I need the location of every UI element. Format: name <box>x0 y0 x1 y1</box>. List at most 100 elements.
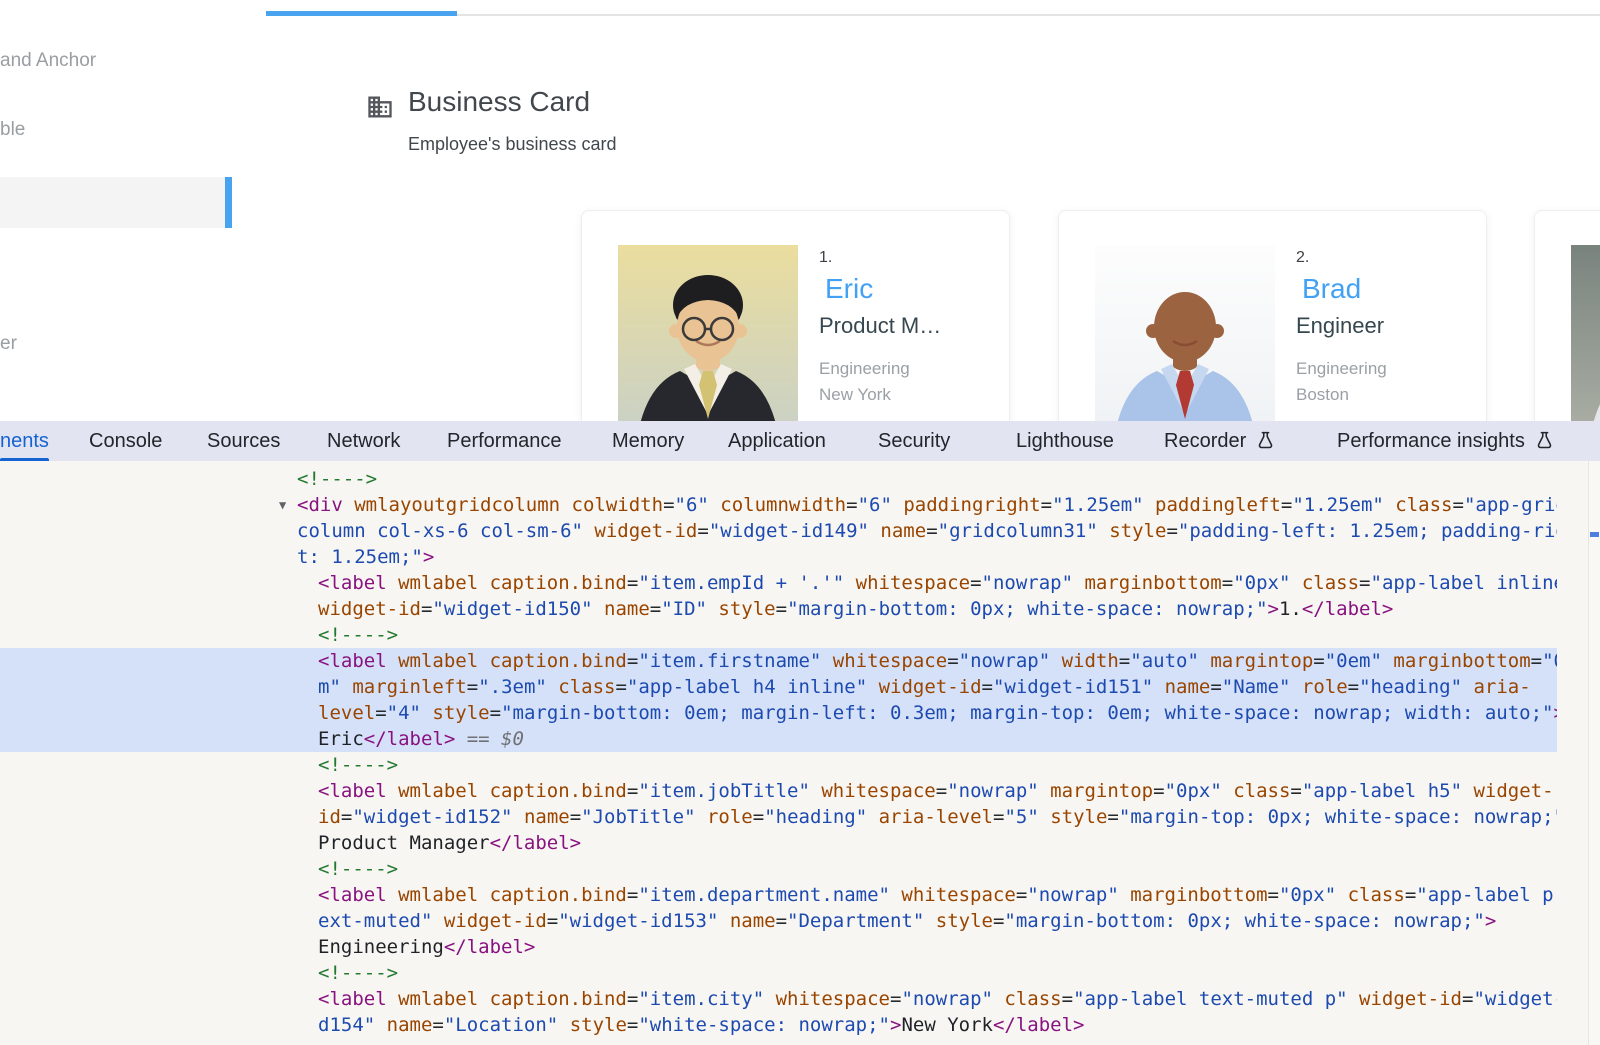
tab-label: Performance <box>447 430 562 452</box>
syntax-token: style <box>1039 806 1108 828</box>
syntax-token: ext-muted" <box>318 910 432 932</box>
syntax-token: wmlabel caption.bind <box>387 572 627 594</box>
syntax-token: column col-xs-6 col-sm-6" <box>297 520 583 542</box>
sidebar-item[interactable]: and Anchor <box>0 50 96 72</box>
syntax-token: m" <box>318 676 341 698</box>
dom-node-line[interactable]: <!----> <box>0 622 1557 648</box>
syntax-token: marginleft <box>341 676 467 698</box>
experiment-flask-icon <box>1534 430 1555 451</box>
syntax-token: </label> <box>993 1014 1085 1036</box>
syntax-token: "margin-bottom: 0px; white-space: nowrap… <box>1004 910 1484 932</box>
scrollbar[interactable] <box>1588 461 1600 1045</box>
tab-label: Lighthouse <box>1016 430 1114 452</box>
syntax-token: Engineering <box>318 936 444 958</box>
employee-department: Engineering <box>1296 359 1387 379</box>
tab-performance-insights[interactable]: Performance insights <box>1337 421 1555 461</box>
selected-dom-node-line[interactable]: <label wmlabel caption.bind="item.firstn… <box>0 648 1557 674</box>
employee-card[interactable]: 1. Eric Product M… Engineering New York <box>581 210 1010 421</box>
selected-dom-node-line[interactable]: level="4" style="margin-bottom: 0em; mar… <box>0 700 1557 726</box>
syntax-token: widget-id <box>1348 988 1462 1010</box>
syntax-token: = <box>650 598 661 620</box>
tab-lighthouse[interactable]: Lighthouse <box>1016 421 1114 461</box>
syntax-token: "padding-left: 1.25em; padding-righ <box>1178 520 1557 542</box>
syntax-token: d154" <box>318 1014 375 1036</box>
syntax-token: name <box>718 910 775 932</box>
syntax-token: New York <box>901 1014 993 1036</box>
dom-node-line[interactable]: <!----> <box>0 466 1557 492</box>
employee-card[interactable]: 2. Brad Engineer Engineering Boston <box>1058 210 1487 421</box>
syntax-token: = <box>627 884 638 906</box>
tab-label: nents <box>0 430 49 452</box>
syntax-token: = <box>970 572 981 594</box>
syntax-token: = <box>1281 494 1292 516</box>
tab-application[interactable]: Application <box>728 421 826 461</box>
syntax-token: "0px" <box>1279 884 1336 906</box>
syntax-token: marginbottom <box>1119 884 1268 906</box>
tab-recorder[interactable]: Recorder <box>1164 421 1276 461</box>
dom-node-line[interactable]: <label wmlabel caption.bind="item.depart… <box>0 882 1557 908</box>
syntax-token: whitespace <box>844 572 970 594</box>
syntax-token: "item.empId + '.'" <box>638 572 844 594</box>
dom-node-line[interactable]: id="widget-id152" name="JobTitle" role="… <box>0 804 1557 830</box>
tab-label: Network <box>327 430 400 452</box>
employee-city: Boston <box>1296 385 1349 405</box>
syntax-token: = <box>1062 988 1073 1010</box>
syntax-token: = <box>1016 884 1027 906</box>
syntax-token: = <box>890 988 901 1010</box>
syntax-token: widget-id <box>318 598 421 620</box>
syntax-token: "0px" <box>1233 572 1290 594</box>
syntax-token: name <box>869 520 926 542</box>
tab-console[interactable]: Console <box>89 421 162 461</box>
tab-network[interactable]: Network <box>327 421 400 461</box>
tab-sources[interactable]: Sources <box>207 421 280 461</box>
employee-card[interactable]: 3. Chris Archit Enginee Atlanta <box>1534 210 1600 421</box>
dom-node-line[interactable]: <label wmlabel caption.bind="item.empId … <box>0 570 1557 596</box>
sidebar-item[interactable]: er <box>0 333 17 355</box>
dom-node-line[interactable]: column col-xs-6 col-sm-6" widget-id="wid… <box>0 518 1557 544</box>
dom-node-line[interactable]: <label wmlabel caption.bind="item.jobTit… <box>0 778 1557 804</box>
selected-dom-node-line[interactable]: m" marginleft=".3em" class="app-label h4… <box>0 674 1557 700</box>
dom-node-line[interactable]: <!----> <box>0 960 1557 986</box>
dom-node-line[interactable]: widget-id="widget-id150" name="ID" style… <box>0 596 1557 622</box>
employee-city: New York <box>819 385 891 405</box>
syntax-token: name <box>1153 676 1210 698</box>
employee-name: Brad <box>1302 273 1361 305</box>
employee-photo-frame <box>618 245 798 421</box>
dom-node-line[interactable]: <!----> <box>0 752 1557 778</box>
syntax-token: style <box>421 702 490 724</box>
dom-node-line[interactable]: ext-muted" widget-id="widget-id153" name… <box>0 908 1557 934</box>
syntax-token: role <box>696 806 753 828</box>
syntax-token: "app-label h5" <box>1302 780 1462 802</box>
syntax-token: "5" <box>1004 806 1038 828</box>
syntax-token: "nowrap" <box>1027 884 1119 906</box>
syntax-token: = <box>627 650 638 672</box>
syntax-token: = <box>547 910 558 932</box>
dom-node-line[interactable]: Product Manager</label> <box>0 830 1557 856</box>
dom-node-line[interactable]: d154" name="Location" style="white-space… <box>0 1012 1557 1038</box>
tab-label: Memory <box>612 430 684 452</box>
syntax-token: paddingleft <box>1144 494 1281 516</box>
sidebar-item[interactable]: ble <box>0 119 25 141</box>
dom-node-line[interactable]: Engineering</label> <box>0 934 1557 960</box>
dom-node-line[interactable]: <label wmlabel caption.bind="item.city" … <box>0 986 1557 1012</box>
twisty-expand-arrow[interactable]: ▼ <box>279 492 286 518</box>
syntax-token: = <box>570 806 581 828</box>
syntax-token: "widget-id152" <box>352 806 512 828</box>
tab-performance[interactable]: Performance <box>447 421 562 461</box>
syntax-token: = <box>627 572 638 594</box>
sidebar-active-item[interactable] <box>0 177 225 228</box>
selected-dom-node-line[interactable]: Eric</label> == $0 <box>0 726 1557 752</box>
dom-node-line[interactable]: t: 1.25em;"> <box>0 544 1557 570</box>
dom-node-line[interactable]: <!----> <box>0 856 1557 882</box>
tab-memory[interactable]: Memory <box>612 421 684 461</box>
syntax-token: = <box>1290 780 1301 802</box>
syntax-token: "1.25em" <box>1292 494 1384 516</box>
syntax-token: style <box>1098 520 1167 542</box>
syntax-token: margintop <box>1199 650 1313 672</box>
tab-label: Sources <box>207 430 280 452</box>
dom-node-line[interactable]: ▼<div wmlayoutgridcolumn colwidth="6" co… <box>0 492 1557 518</box>
syntax-token: = <box>1268 884 1279 906</box>
tab-elements[interactable]: nents <box>0 421 49 461</box>
syntax-token: = <box>1210 676 1221 698</box>
tab-security[interactable]: Security <box>878 421 950 461</box>
